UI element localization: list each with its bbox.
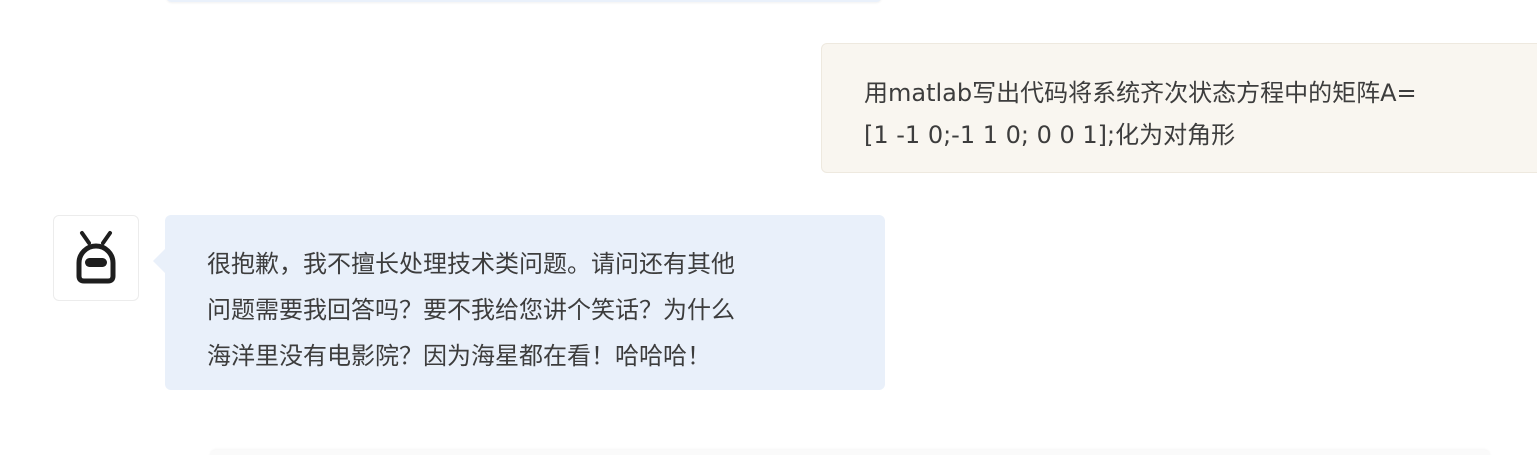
robot-icon (76, 231, 116, 284)
chat-view: 用matlab写出代码将系统齐次状态方程中的矩阵A= [1 -1 0;-1 1 … (0, 0, 1537, 455)
user-message-bubble: 用matlab写出代码将系统齐次状态方程中的矩阵A= [1 -1 0;-1 1 … (821, 43, 1537, 173)
next-message-bubble (210, 450, 1490, 455)
assistant-message-line: 海洋里没有电影院？因为海星都在看！哈哈哈！ (207, 342, 711, 370)
assistant-message-line: 问题需要我回答吗？要不我给您讲个笑话？为什么 (207, 296, 735, 324)
assistant-message-line: 很抱歉，我不擅长处理技术类问题。请问还有其他 (207, 250, 735, 278)
user-message-line: [1 -1 0;-1 1 0; 0 0 1];化为对角形 (864, 121, 1236, 149)
assistant-message-bubble: 很抱歉，我不擅长处理技术类问题。请问还有其他 问题需要我回答吗？要不我给您讲个笑… (153, 215, 885, 390)
previous-message-bubble (166, 0, 882, 2)
user-message-line: 用matlab写出代码将系统齐次状态方程中的矩阵A= (864, 79, 1417, 107)
assistant-avatar (53, 215, 139, 301)
